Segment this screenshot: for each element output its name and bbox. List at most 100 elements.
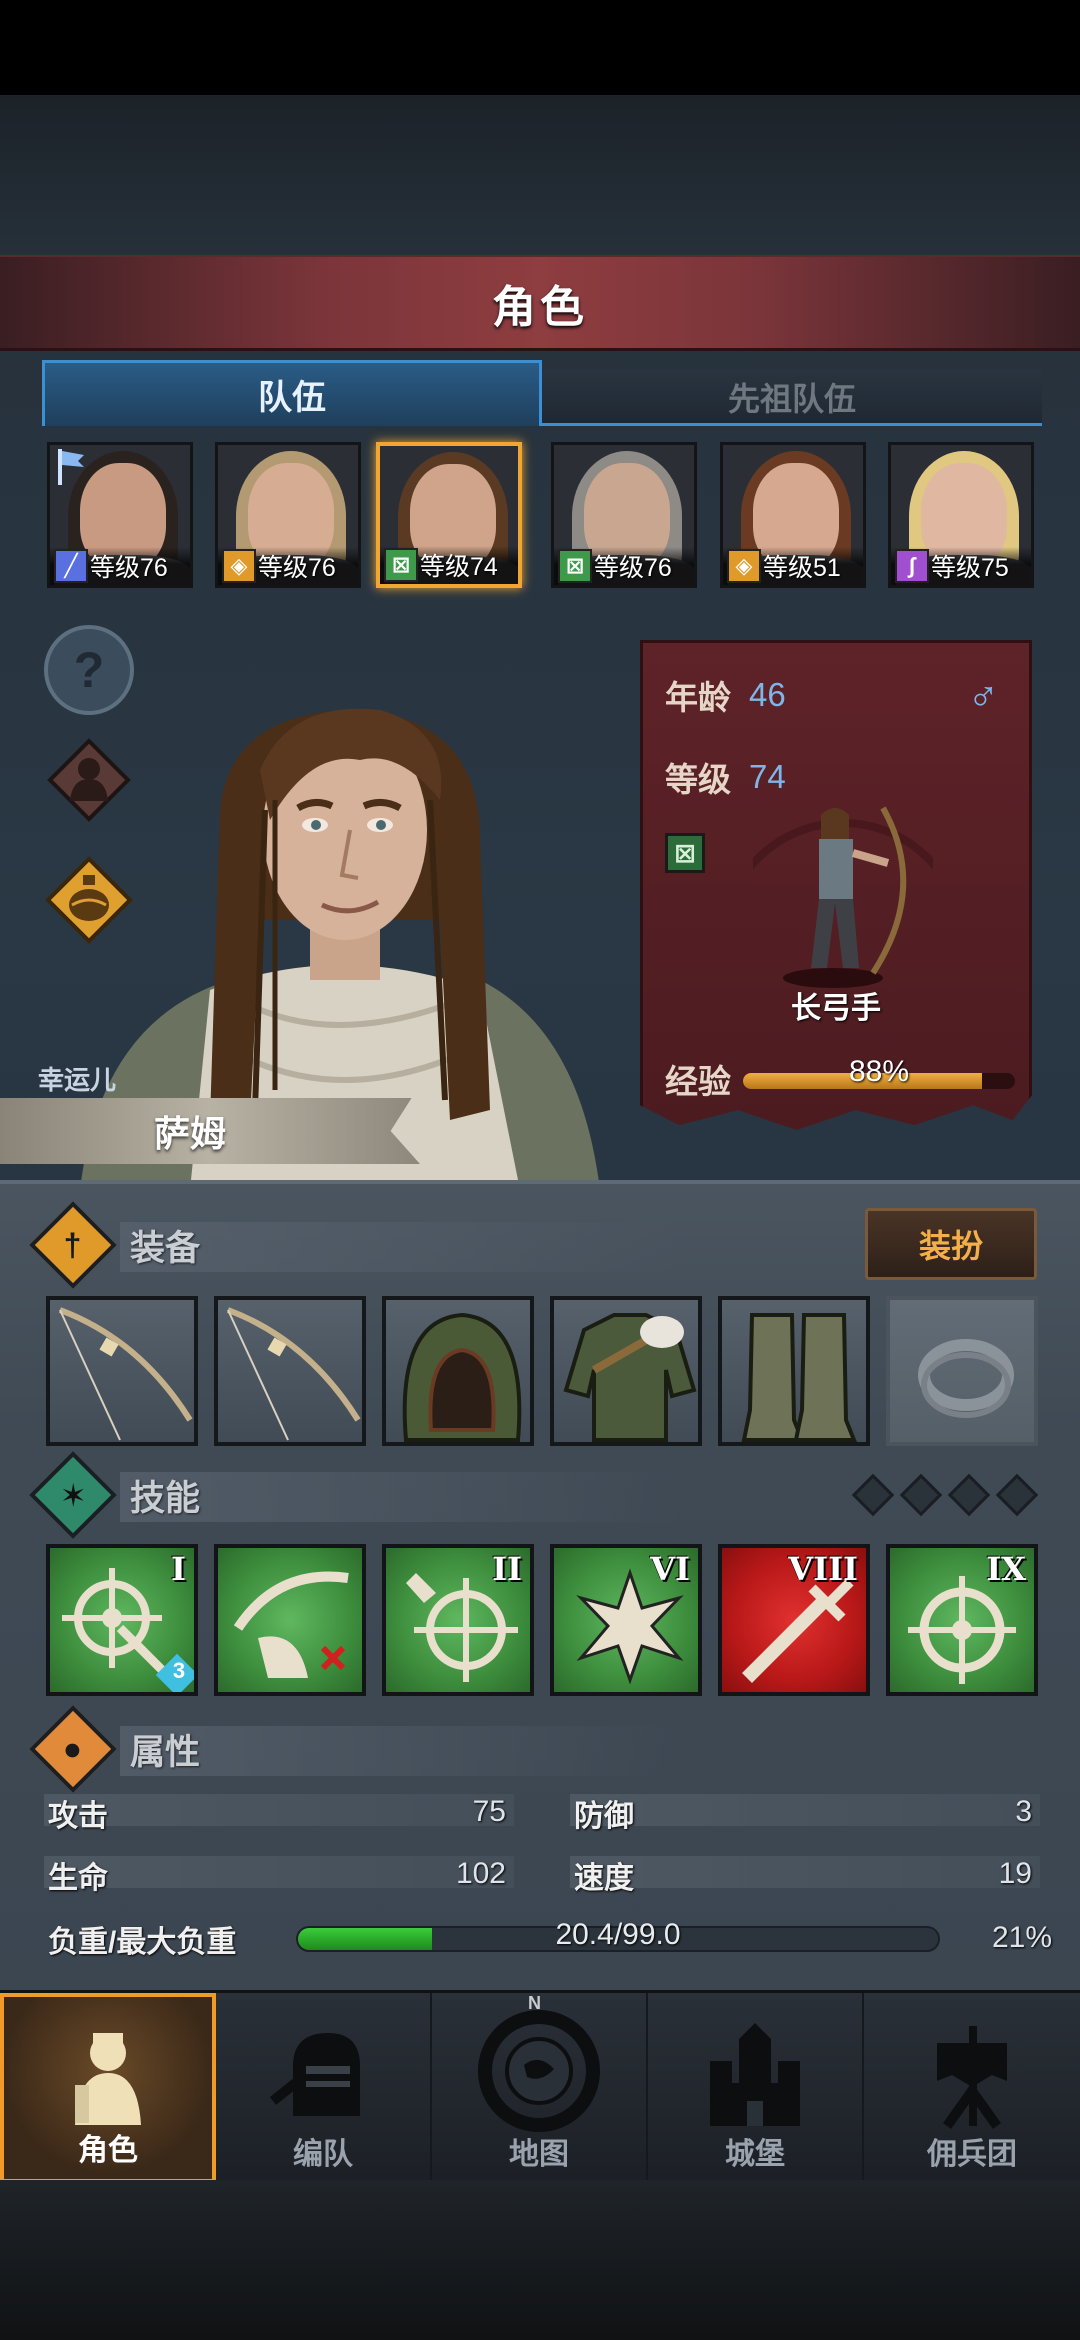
party-member-2[interactable]: ◈ 等级76 [215, 442, 361, 588]
bottom-nav: 角色 编队 N 地图 城堡 佣兵团 [0, 1990, 1080, 2183]
portrait-level: 等级75 [931, 554, 1009, 582]
portrait-level: 等级74 [420, 553, 498, 581]
class-icon: ◈ [222, 549, 256, 583]
defense-value: 3 [1015, 1795, 1032, 1828]
banner-icon [937, 2026, 1007, 2129]
class-icon: ⊠ [384, 548, 418, 582]
age-value: 46 [749, 676, 786, 713]
level-value: 74 [749, 758, 786, 795]
equipment-slot-feet[interactable] [718, 1296, 870, 1446]
person-icon: ● [29, 1705, 117, 1793]
gesture-bar-area [0, 2180, 1080, 2340]
skill-points [851, 1473, 1039, 1517]
party-member-3[interactable]: ⊠ 等级74 [376, 442, 522, 588]
attack-value: 75 [472, 1795, 506, 1828]
nav-character-label: 角色 [78, 2134, 138, 2167]
compass-icon [478, 2010, 600, 2132]
portrait-level-bar: ∫ 等级75 [891, 547, 1031, 585]
hp-value: 102 [455, 1857, 506, 1890]
archer-figure [753, 806, 933, 993]
nav-mercenaries[interactable]: 佣兵团 [864, 1993, 1080, 2183]
skills-title: 技能 [130, 1478, 201, 1518]
nav-castle-label: 城堡 [725, 2138, 785, 2171]
skill-slot-6[interactable]: IX [886, 1544, 1038, 1696]
equipment-slot-head[interactable] [382, 1296, 534, 1446]
tab-ancestor-party-label: 先祖队伍 [727, 380, 856, 417]
equipment-title: 装备 [130, 1228, 201, 1268]
skills-header-bar [120, 1472, 680, 1522]
ring-icon [918, 1339, 1014, 1418]
nav-map[interactable]: N 地图 [432, 1993, 648, 2183]
class-name: 长弓手 [791, 992, 881, 1025]
attack-label: 攻击 [48, 1800, 108, 1833]
level-label: 等级 [665, 761, 731, 798]
tab-party[interactable]: 队伍 [42, 360, 542, 426]
speed-value: 19 [998, 1857, 1032, 1890]
skill-point-icon [947, 1473, 991, 1517]
portrait-level-bar: ⊠ 等级74 [380, 546, 518, 584]
skill-rank: VI [650, 1550, 690, 1588]
portrait-level: 等级51 [763, 554, 841, 582]
nav-formation-label: 编队 [293, 2138, 353, 2171]
skill-badge: 3 [172, 1658, 186, 1683]
portrait-level-bar: ╱ 等级76 [50, 547, 190, 585]
dress-button[interactable]: 装扮 [865, 1208, 1037, 1280]
tab-ancestor-party[interactable]: 先祖队伍 [542, 370, 1042, 426]
skill-point-icon [899, 1473, 943, 1517]
skill-slot-2[interactable] [214, 1544, 366, 1696]
defense-label: 防御 [574, 1800, 634, 1833]
class-icon: ∫ [895, 549, 929, 583]
portrait-level-bar: ◈ 等级51 [723, 547, 863, 585]
castle-icon [710, 2023, 800, 2126]
party-member-5[interactable]: ◈ 等级51 [720, 442, 866, 588]
skill-slot-1[interactable]: I 3 [46, 1544, 198, 1696]
nav-map-label: 地图 [509, 2138, 569, 2171]
party-member-1[interactable]: ╱ 等级76 [47, 442, 193, 588]
nav-character[interactable]: 角色 [0, 1993, 216, 2183]
nav-castle[interactable]: 城堡 [648, 1993, 864, 2183]
load-label: 负重/最大负重 [48, 1926, 237, 1959]
portrait-level: 等级76 [594, 554, 672, 582]
longbow-class-icon: ⊠ [665, 833, 705, 873]
portrait-level-bar: ◈ 等级76 [218, 547, 358, 585]
attributes-title: 属性 [130, 1732, 201, 1772]
hood-icon [402, 1312, 522, 1442]
dress-button-label: 装扮 [918, 1228, 983, 1264]
longbow-icon [226, 1307, 361, 1441]
character-title: 幸运儿 [38, 1065, 117, 1095]
equipment-slot-offhand[interactable] [214, 1296, 366, 1446]
hp-label: 生命 [48, 1862, 108, 1895]
nav-formation[interactable]: 编队 [216, 1993, 432, 2183]
boots-icon [741, 1313, 857, 1442]
age-row: 年龄 46 [665, 671, 786, 719]
hp-row: 生命 [48, 1852, 108, 1898]
sword-icon: † [29, 1201, 117, 1289]
class-icon: ◈ [727, 549, 761, 583]
attributes-header-bar [120, 1726, 680, 1776]
skill-slot-5[interactable]: VIII [718, 1544, 870, 1696]
skill-rank: IX [986, 1550, 1026, 1588]
class-icon: ⊠ [558, 549, 592, 583]
equipment-slot-weapon[interactable] [46, 1296, 198, 1446]
party-member-6[interactable]: ∫ 等级75 [888, 442, 1034, 588]
speed-label: 速度 [574, 1862, 634, 1895]
exp-percent: 88% [848, 1055, 910, 1088]
tab-party-label: 队伍 [258, 379, 326, 417]
equipment-slot-ring[interactable] [886, 1296, 1038, 1446]
portrait-level-bar: ⊠ 等级76 [554, 547, 694, 585]
skill-rank: II [492, 1550, 522, 1588]
load-percent: 21% [991, 1921, 1052, 1954]
bow-strike-icon [233, 1571, 349, 1678]
skill-slot-3[interactable]: II [382, 1544, 534, 1696]
tunic-icon [563, 1313, 697, 1442]
exp-label: 经验 [665, 1063, 731, 1100]
class-icon: ╱ [54, 549, 88, 583]
compass-north-label: N [528, 1993, 541, 2013]
party-member-4[interactable]: ⊠ 等级76 [551, 442, 697, 588]
skill-point-icon [995, 1473, 1039, 1517]
title-banner: 角色 [0, 255, 1080, 351]
equipment-slot-body[interactable] [550, 1296, 702, 1446]
portrait-level: 等级76 [258, 554, 336, 582]
skill-slot-4[interactable]: VI [550, 1544, 702, 1696]
name-banner[interactable]: 萨姆 [0, 1098, 420, 1164]
